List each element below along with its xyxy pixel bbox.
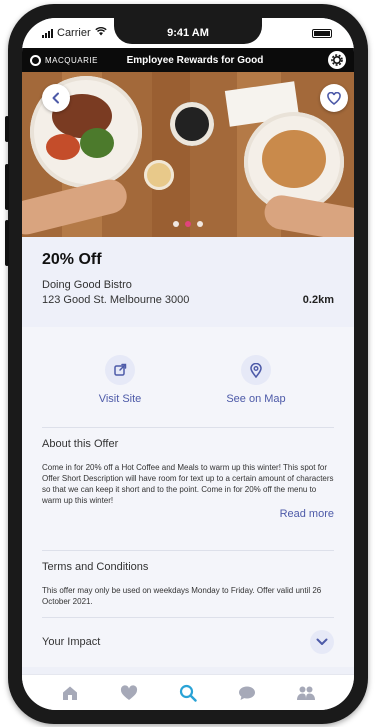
offer-details: Visit Site See on Map About this Offer C… xyxy=(22,327,354,667)
business-address: 123 Good St. Melbourne 3000 xyxy=(42,294,190,306)
brand-name: MACQUARIE xyxy=(45,55,98,65)
settings-button[interactable] xyxy=(328,51,346,69)
terms-description: This offer may only be used on weekdays … xyxy=(42,586,322,606)
people-icon xyxy=(297,686,316,700)
offer-summary: 20% Off Doing Good Bistro 123 Good St. M… xyxy=(22,237,354,327)
visit-site-label: Visit Site xyxy=(98,393,142,405)
carousel-dot[interactable] xyxy=(173,221,179,227)
carousel-dot[interactable] xyxy=(197,221,203,227)
see-on-map-button[interactable]: See on Map xyxy=(201,355,311,427)
impact-title: Your Impact xyxy=(42,636,101,648)
tab-messages[interactable] xyxy=(234,680,260,706)
clock: 9:41 AM xyxy=(167,27,209,39)
see-on-map-label: See on Map xyxy=(226,393,286,405)
tab-favourites[interactable] xyxy=(116,680,142,706)
app-header: MACQUARIE Employee Rewards for Good xyxy=(22,48,354,72)
chevron-down-icon xyxy=(316,638,328,645)
back-button[interactable] xyxy=(42,84,70,112)
heart-outline-icon xyxy=(327,91,341,105)
chat-icon xyxy=(239,686,256,700)
about-title: About this Offer xyxy=(42,438,119,450)
external-link-icon xyxy=(105,355,135,385)
tab-home[interactable] xyxy=(57,680,83,706)
app-title: Employee Rewards for Good xyxy=(126,54,264,66)
heart-icon xyxy=(120,684,137,700)
phone-frame: Carrier 9:41 AM MACQUARIE Employee Rewar… xyxy=(5,4,368,724)
read-more-link[interactable]: Read more xyxy=(42,508,334,520)
about-section: About this Offer Come in for 20% off a H… xyxy=(22,428,354,550)
coffee-cup xyxy=(170,102,214,146)
brand-mark-icon xyxy=(30,54,41,66)
volume-up-button xyxy=(5,164,9,210)
search-icon xyxy=(179,684,197,702)
gear-icon xyxy=(331,54,343,66)
offer-title: 20% Off xyxy=(42,251,102,268)
home-icon xyxy=(62,686,77,700)
brand-logo: MACQUARIE xyxy=(30,54,98,66)
impact-row[interactable]: Your Impact xyxy=(22,618,354,654)
carousel-indicator xyxy=(22,221,354,227)
action-row: Visit Site See on Map xyxy=(22,327,354,427)
chevron-left-icon xyxy=(52,92,59,104)
map-pin-icon xyxy=(241,355,271,385)
expand-impact-button[interactable] xyxy=(310,630,334,654)
business-name: Doing Good Bistro xyxy=(42,279,132,291)
terms-title: Terms and Conditions xyxy=(42,561,149,573)
visit-site-button[interactable]: Visit Site xyxy=(65,355,175,427)
volume-down-button xyxy=(5,220,9,266)
tab-community[interactable] xyxy=(293,680,319,706)
distance-label: 0.2km xyxy=(302,294,334,306)
screen: Carrier 9:41 AM MACQUARIE Employee Rewar… xyxy=(22,18,354,710)
terms-section: Terms and Conditions This offer may only… xyxy=(22,551,354,617)
mute-switch xyxy=(5,116,9,142)
favourite-button[interactable] xyxy=(320,84,348,112)
offer-image-carousel[interactable] xyxy=(22,72,354,237)
about-description: Come in for 20% off a Hot Coffee and Mea… xyxy=(42,463,334,505)
tab-search[interactable] xyxy=(175,680,201,706)
carousel-dot-active[interactable] xyxy=(185,221,191,227)
bottom-tab-bar xyxy=(22,674,354,710)
